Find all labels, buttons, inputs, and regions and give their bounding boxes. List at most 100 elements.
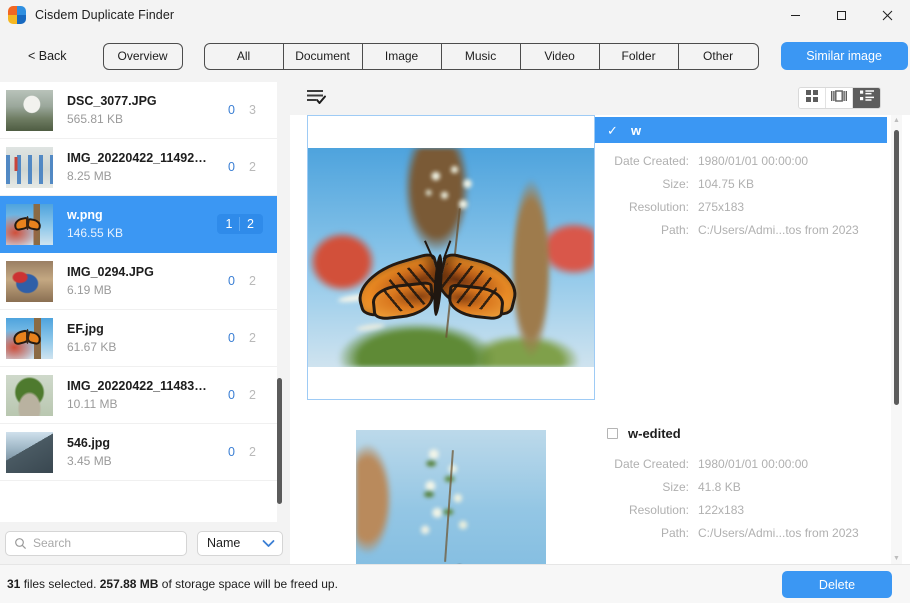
back-button[interactable]: < Back bbox=[22, 45, 73, 67]
file-size: 146.55 KB bbox=[67, 226, 124, 240]
tab-folder[interactable]: Folder bbox=[600, 43, 679, 69]
detail-label: Resolution: bbox=[628, 503, 689, 517]
status-bar: 31 files selected. 257.88 MB of storage … bbox=[0, 564, 910, 603]
selected-file-count: 31 bbox=[7, 577, 21, 591]
thumbnail bbox=[6, 317, 53, 359]
list-check-icon[interactable] bbox=[306, 88, 328, 108]
carousel-view-button[interactable] bbox=[826, 88, 853, 108]
content-scrollbar-thumb[interactable] bbox=[894, 130, 899, 405]
list-icon bbox=[859, 89, 874, 107]
search-field[interactable] bbox=[5, 530, 187, 556]
duplicate-item: w-edited Date Created: 1980/01/01 00:00:… bbox=[290, 418, 910, 564]
file-list[interactable]: DSC_3077.JPG 565.81 KB 0 3 IMG_20220422_… bbox=[0, 82, 277, 522]
detail-rows: Date Created: 1980/01/01 00:00:00 Size: … bbox=[595, 457, 910, 540]
list-item[interactable]: DSC_3077.JPG 565.81 KB 0 3 bbox=[0, 82, 277, 139]
sidebar: DSC_3077.JPG 565.81 KB 0 3 IMG_20220422_… bbox=[0, 82, 290, 522]
list-item[interactable]: IMG_0294.JPG 6.19 MB 0 2 bbox=[0, 253, 277, 310]
badge-total: 2 bbox=[247, 217, 254, 231]
app-window: Cisdem Duplicate Finder < Back Overview … bbox=[0, 0, 910, 603]
butterfly-photo-cropped bbox=[356, 430, 546, 564]
thumbnail bbox=[6, 431, 53, 473]
tab-all[interactable]: All bbox=[205, 43, 284, 69]
files-selected-label: files selected. bbox=[23, 577, 97, 591]
badge-selected: 0 bbox=[228, 388, 235, 402]
file-name: IMG_20220422_114839... bbox=[67, 379, 207, 393]
detail-value: C:/Users/Admi...tos from 2023 bbox=[698, 223, 859, 237]
badge-total: 2 bbox=[249, 331, 256, 345]
file-meta: DSC_3077.JPG 565.81 KB bbox=[67, 94, 221, 126]
sidebar-scrollbar-thumb[interactable] bbox=[277, 378, 282, 504]
file-name: EF.jpg bbox=[67, 322, 104, 336]
file-size: 3.45 MB bbox=[67, 454, 112, 468]
list-item[interactable]: IMG_20220422_114839... 10.11 MB 0 2 bbox=[0, 367, 277, 424]
file-size: 565.81 KB bbox=[67, 112, 124, 126]
carousel-icon bbox=[830, 89, 848, 107]
list-item[interactable]: IMG_20220422_114925... 8.25 MB 0 2 bbox=[0, 139, 277, 196]
file-size: 61.67 KB bbox=[67, 340, 117, 354]
duplicate-group-scroll[interactable]: ✓ w Date Created: 1980/01/01 00:00:00 Si… bbox=[290, 115, 910, 564]
overview-button[interactable]: Overview bbox=[102, 42, 183, 70]
file-size: 6.19 MB bbox=[67, 283, 112, 297]
detail-row-date: Date Created: 1980/01/01 00:00:00 bbox=[595, 154, 910, 168]
tab-music[interactable]: Music bbox=[442, 43, 521, 69]
tab-document[interactable]: Document bbox=[284, 43, 363, 69]
detail-title: w-edited bbox=[628, 425, 681, 441]
sort-dropdown[interactable]: Name bbox=[197, 530, 283, 556]
file-name: w.png bbox=[67, 208, 103, 222]
delete-button[interactable]: Delete bbox=[782, 571, 892, 598]
detail-row-path: Path: C:/Users/Admi...tos from 2023 bbox=[595, 526, 910, 540]
search-input[interactable] bbox=[33, 536, 173, 550]
check-icon[interactable]: ✓ bbox=[607, 124, 621, 137]
image-preview[interactable] bbox=[307, 115, 595, 400]
close-button[interactable] bbox=[864, 0, 910, 30]
grid-view-button[interactable] bbox=[799, 88, 826, 108]
file-badges: 0 2 bbox=[221, 388, 263, 402]
tab-other[interactable]: Other bbox=[679, 44, 758, 69]
app-logo-icon bbox=[8, 6, 26, 24]
tab-video[interactable]: Video bbox=[521, 43, 600, 69]
badge-selected: 0 bbox=[228, 160, 235, 174]
scroll-up-arrow[interactable]: ▲ bbox=[891, 115, 902, 126]
detail-row-path: Path: C:/Users/Admi...tos from 2023 bbox=[595, 223, 910, 237]
maximize-button[interactable] bbox=[818, 0, 864, 30]
list-item[interactable]: w.png 146.55 KB 1 2 bbox=[0, 196, 277, 253]
image-preview[interactable] bbox=[307, 430, 595, 564]
detail-title: w bbox=[631, 122, 642, 138]
similar-image-button[interactable]: Similar image bbox=[780, 42, 908, 70]
detail-label: Date Created: bbox=[614, 154, 689, 168]
file-badges: 0 2 bbox=[221, 331, 263, 345]
detail-label: Size: bbox=[662, 177, 689, 191]
badge-selected: 0 bbox=[228, 103, 235, 117]
list-item[interactable]: EF.jpg 61.67 KB 0 2 bbox=[0, 310, 277, 367]
badge-selected: 1 bbox=[219, 217, 240, 231]
file-name: IMG_20220422_114925... bbox=[67, 151, 207, 165]
sidebar-scrollbar[interactable] bbox=[275, 82, 284, 522]
badge-total: 2 bbox=[249, 160, 256, 174]
file-badges: 0 3 bbox=[221, 103, 263, 117]
detail-value: 1980/01/01 00:00:00 bbox=[698, 154, 809, 168]
detail-header[interactable]: w-edited bbox=[595, 420, 887, 446]
file-meta: 546.jpg 3.45 MB bbox=[67, 436, 221, 468]
scroll-down-arrow[interactable]: ▼ bbox=[891, 553, 902, 564]
file-meta: EF.jpg 61.67 KB bbox=[67, 322, 221, 354]
badge-selected: 0 bbox=[228, 274, 235, 288]
detail-value: 1980/01/01 00:00:00 bbox=[698, 457, 809, 471]
file-badges: 0 2 bbox=[221, 445, 263, 459]
list-item[interactable]: 546.jpg 3.45 MB 0 2 bbox=[0, 424, 277, 481]
minimize-button[interactable] bbox=[772, 0, 818, 30]
search-icon bbox=[14, 537, 27, 550]
detail-header[interactable]: ✓ w bbox=[595, 117, 887, 143]
duplicate-detail: ✓ w Date Created: 1980/01/01 00:00:00 Si… bbox=[595, 115, 910, 400]
checkbox-icon[interactable] bbox=[607, 427, 618, 439]
file-name: DSC_3077.JPG bbox=[67, 94, 157, 108]
detail-value: 104.75 KB bbox=[698, 177, 755, 191]
tab-image[interactable]: Image bbox=[363, 43, 442, 69]
badge-selected: 0 bbox=[228, 445, 235, 459]
content-scrollbar[interactable]: ▲ ▼ bbox=[891, 115, 902, 564]
file-name: IMG_0294.JPG bbox=[67, 265, 154, 279]
title-bar: Cisdem Duplicate Finder bbox=[0, 0, 910, 30]
list-view-button[interactable] bbox=[853, 88, 880, 108]
file-size: 8.25 MB bbox=[67, 169, 112, 183]
chevron-down-icon bbox=[262, 539, 275, 548]
badge-total: 2 bbox=[249, 274, 256, 288]
